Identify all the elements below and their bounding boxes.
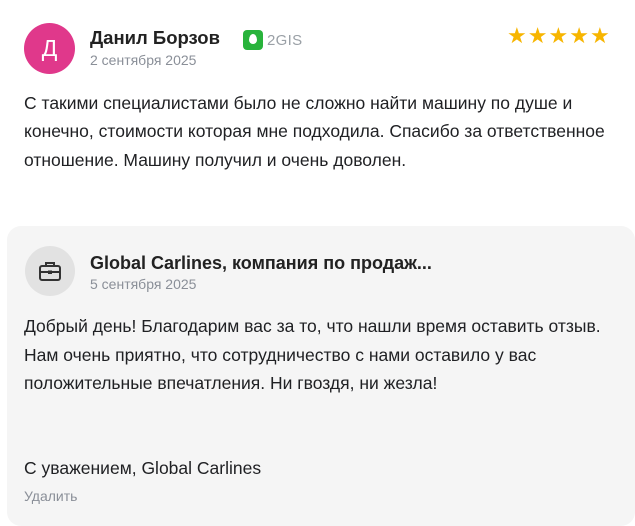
star-icon: ★: [589, 23, 610, 48]
company-name[interactable]: Global Carlines, компания по продаж...: [90, 253, 432, 274]
review-card: Д Данил Борзов 2GIS 2 сентября 2025 ★ ★ …: [0, 0, 635, 222]
star-icon: ★: [527, 23, 548, 48]
delete-reply-button[interactable]: Удалить: [24, 488, 77, 504]
company-avatar: [25, 246, 75, 296]
reply-date: 5 сентября 2025: [90, 276, 197, 292]
briefcase-icon: [39, 262, 61, 281]
source-name: 2GIS: [267, 31, 303, 49]
author-avatar[interactable]: Д: [24, 23, 75, 74]
company-reply: Global Carlines, компания по продаж... 5…: [7, 226, 635, 526]
rating-stars: ★ ★ ★ ★ ★: [507, 24, 610, 48]
review-text: С такими специалистами было не сложно на…: [24, 93, 605, 170]
reply-signature: С уважением, Global Carlines: [24, 458, 262, 478]
reply-text: Добрый день! Благодарим вас за то, что н…: [24, 316, 601, 393]
star-icon: ★: [548, 23, 569, 48]
star-icon: ★: [569, 23, 589, 48]
review-date: 2 сентября 2025: [90, 52, 197, 68]
author-name[interactable]: Данил Борзов: [90, 27, 220, 49]
2gis-logo-icon: [243, 30, 263, 50]
review-source: 2GIS: [243, 30, 302, 50]
star-icon: ★: [507, 23, 527, 48]
